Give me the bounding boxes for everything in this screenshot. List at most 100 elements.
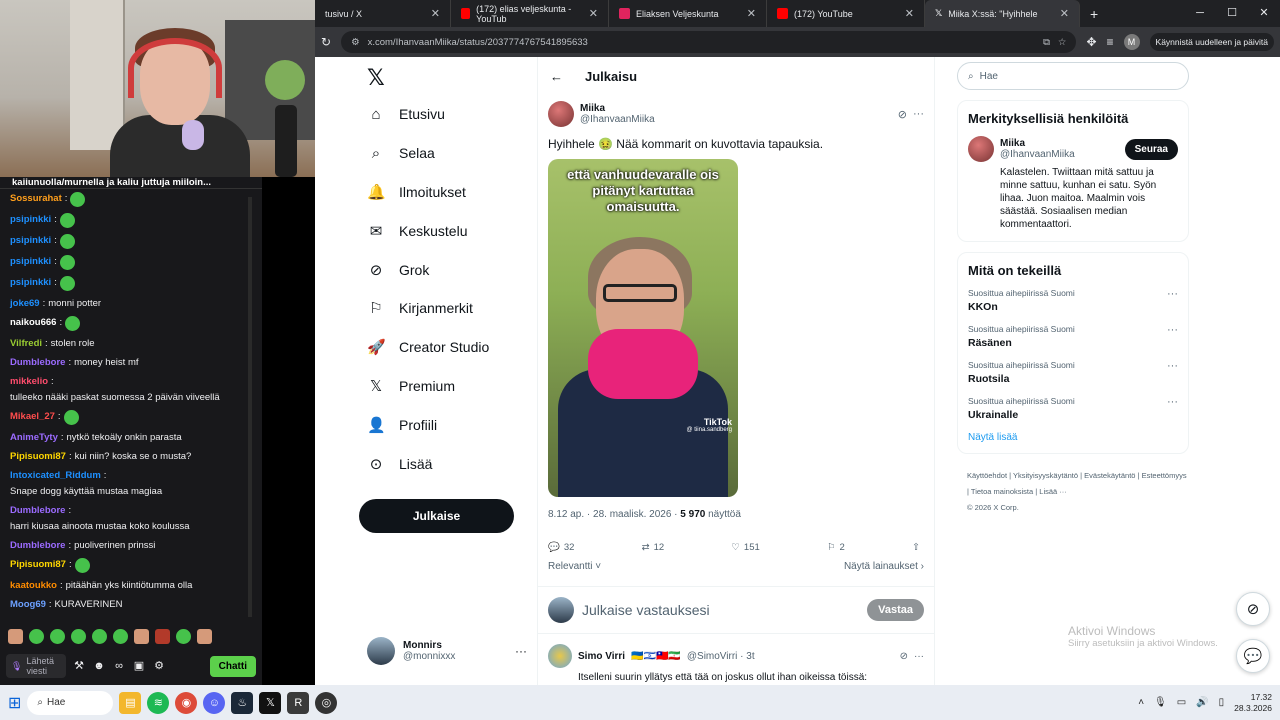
nav-item-ilmoitukset[interactable]: 🔔 Ilmoitukset — [355, 173, 535, 212]
reply-button[interactable]: Vastaa — [867, 599, 924, 621]
chat-username[interactable]: Pipisuomi87 — [10, 558, 66, 571]
follow-button[interactable]: Seuraa — [1124, 138, 1178, 160]
emote-icon[interactable] — [155, 628, 170, 644]
reply-input[interactable]: Julkaise vastauksesi — [582, 602, 859, 618]
grok-icon[interactable]: ⊘ — [898, 108, 907, 121]
emote-icon[interactable] — [29, 628, 44, 644]
close-tab-icon[interactable]: ✕ — [589, 7, 598, 20]
footer-link[interactable]: Evästekäytäntö — [1084, 471, 1135, 480]
chat-username[interactable]: Dumblebore — [10, 356, 65, 369]
tweet-timestamp[interactable]: 8.12 ap. · 28. maalisk. 2026 · — [548, 509, 680, 520]
obs-icon[interactable]: ◎ — [315, 691, 338, 714]
maximize-icon[interactable]: ☐ — [1216, 0, 1248, 27]
author-name[interactable]: Miika — [580, 103, 655, 114]
chat-username[interactable]: psipinkki — [10, 255, 51, 268]
extensions-icon[interactable]: ✥ — [1086, 35, 1096, 49]
restart-update-button[interactable]: Käynnistä uudelleen ja päivitä — [1149, 33, 1274, 51]
messages-fab[interactable]: 💬 — [1236, 639, 1270, 673]
more-icon[interactable]: ··· — [914, 651, 924, 662]
chat-input[interactable]: 🎙 Lähetä viesti — [6, 654, 66, 678]
more-icon[interactable]: ··· — [1167, 396, 1178, 421]
avatar[interactable] — [968, 136, 994, 162]
chrome-icon[interactable]: ◉ — [175, 691, 198, 714]
close-tab-icon[interactable]: ✕ — [747, 7, 756, 20]
minimize-icon[interactable]: ─ — [1184, 0, 1216, 27]
x-app-icon[interactable]: 𝕏 — [259, 691, 282, 714]
grok-icon[interactable]: ⊘ — [900, 651, 908, 662]
settings-gear-icon[interactable]: ⚙ — [152, 659, 166, 673]
microphone-icon[interactable]: 🎙 — [11, 661, 22, 671]
trend-item[interactable]: Suosittua aihepiirissä Suomi KKOn ··· — [968, 288, 1178, 313]
chat-username[interactable]: psipinkki — [10, 213, 51, 226]
file-explorer-icon[interactable]: ▤ — [119, 691, 142, 714]
footer-link[interactable]: Yksityisyyskäytäntö — [1013, 471, 1078, 480]
chat-username[interactable]: joke69 — [10, 297, 40, 310]
nav-item-profiili[interactable]: 👤 Profiili — [355, 405, 535, 444]
trend-item[interactable]: Suosittua aihepiirissä Suomi Ruotsila ··· — [968, 360, 1178, 385]
reply-tweet[interactable]: Simo Virri 🇺🇦🇮🇱🇹🇼🇮🇷 @SimoVirri · 3t ⊘ ··… — [538, 634, 934, 685]
chat-username[interactable]: Vilfredi — [10, 337, 42, 350]
view-quotes-link[interactable]: Näytä lainaukset › — [844, 561, 924, 572]
chat-username[interactable]: Mikael_27 — [10, 410, 55, 423]
search-input[interactable]: ⌕ Hae — [957, 62, 1189, 90]
spotify-icon[interactable]: ≋ — [147, 691, 170, 714]
more-icon[interactable]: ··· — [913, 108, 924, 120]
footer-link[interactable]: Käyttöehdot — [967, 471, 1007, 480]
avatar[interactable] — [548, 101, 574, 127]
chat-send-button[interactable]: Chatti — [209, 655, 256, 677]
x-logo-icon[interactable]: 𝕏 — [367, 65, 535, 95]
chat-username[interactable]: Moog69 — [10, 598, 46, 611]
tab-youtube[interactable]: (172) YouTube ✕ — [767, 0, 925, 27]
author-name[interactable]: Simo Virri — [578, 651, 625, 662]
tweet-video[interactable]: että vanhuudevaralle ois pitänyt kartutt… — [548, 159, 738, 497]
nav-item-keskustelu[interactable]: ✉ Keskustelu — [355, 211, 535, 250]
battery-icon[interactable]: ▯ — [1219, 697, 1225, 708]
chat-username[interactable]: Pipisuomi87 — [10, 450, 66, 463]
microphone-icon[interactable]: 🎙 — [1154, 697, 1167, 708]
reply-action[interactable]: 💬 32 — [548, 542, 574, 553]
chat-username[interactable]: Intoxicated_Riddum — [10, 469, 101, 482]
site-info-icon[interactable]: ⚙ — [351, 37, 360, 48]
chat-username[interactable]: Dumblebore — [10, 504, 65, 517]
emote-icon[interactable] — [134, 628, 149, 644]
avatar[interactable] — [548, 644, 572, 668]
bookmark-action[interactable]: ⚐ 2 — [827, 542, 845, 553]
nav-item-creator-studio[interactable]: 🚀 Creator Studio — [355, 328, 535, 367]
more-icon[interactable]: ··· — [1167, 324, 1178, 349]
media-icon[interactable]: ≡ — [1107, 35, 1114, 49]
more-icon[interactable]: ··· — [1167, 288, 1178, 313]
post-button[interactable]: Julkaise — [359, 499, 514, 533]
reload-icon[interactable]: ↻ — [321, 35, 331, 49]
grok-fab[interactable]: ⊘ — [1236, 592, 1270, 626]
author-handle[interactable]: @SimoVirri · 3t — [687, 651, 755, 662]
url-field[interactable]: ⚙ x.com/IhanvaanMiika/status/20377747675… — [341, 31, 1077, 53]
trend-item[interactable]: Suosittua aihepiirissä Suomi Ukrainalle ··… — [968, 396, 1178, 421]
nav-item-lisää[interactable]: ⊙ Lisää — [355, 444, 535, 483]
more-icon[interactable]: ··· — [515, 644, 527, 658]
nav-item-etusivu[interactable]: ⌂ Etusivu — [355, 95, 535, 134]
chat-username[interactable]: psipinkki — [10, 234, 51, 247]
chevron-up-icon[interactable]: ˄ — [1138, 697, 1144, 708]
close-tab-icon[interactable]: ✕ — [905, 7, 914, 20]
repost-action[interactable]: ⇄ 12 — [642, 542, 665, 553]
volume-icon[interactable]: 🔊 — [1196, 697, 1208, 708]
footer-link[interactable]: Tietoa mainoksista — [971, 487, 1033, 496]
app-icon[interactable]: R — [287, 691, 310, 714]
star-icon[interactable]: ☆ — [1058, 37, 1067, 48]
chat-username[interactable]: AnimeTyty — [10, 431, 58, 444]
emote-picker-icon[interactable]: ☻ — [92, 659, 106, 673]
author-handle[interactable]: @IhanvaanMiika — [580, 114, 655, 125]
more-icon[interactable]: ··· — [1167, 360, 1178, 385]
back-arrow-icon[interactable]: ← — [550, 69, 563, 84]
chat-username[interactable]: naikou666 — [10, 316, 56, 329]
store-icon[interactable]: ▣ — [132, 659, 146, 673]
bits-icon[interactable]: ⚒ — [72, 659, 86, 673]
person-name[interactable]: Miika — [1000, 138, 1075, 149]
trend-item[interactable]: Suosittua aihepiirissä Suomi Räsänen ··· — [968, 324, 1178, 349]
chat-username[interactable]: psipinkki — [10, 276, 51, 289]
nav-item-premium[interactable]: 𝕏 Premium — [355, 367, 535, 406]
show-more-link[interactable]: Näytä lisää — [968, 432, 1178, 443]
install-icon[interactable]: ⧉ — [1043, 37, 1050, 48]
emote-icon[interactable] — [8, 628, 23, 644]
nav-item-grok[interactable]: ⊘ Grok — [355, 250, 535, 289]
